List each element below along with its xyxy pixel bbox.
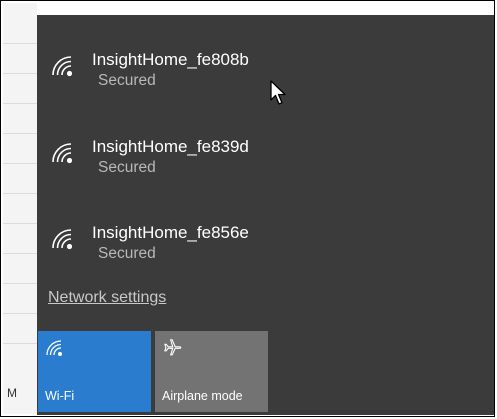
wifi-toggle-tile[interactable]: Wi-Fi xyxy=(38,331,151,412)
airplane-icon xyxy=(164,339,182,356)
background-text: M xyxy=(7,386,17,400)
wifi-signal-icon xyxy=(52,143,73,164)
network-flyout: InsightHome_fe808b Secured InsightHome_f… xyxy=(37,15,494,415)
airplane-tile-label: Airplane mode xyxy=(162,389,243,403)
background-window-edge: M xyxy=(3,3,37,414)
wifi-signal-icon xyxy=(52,56,73,77)
network-status: Secured xyxy=(98,72,156,89)
airplane-mode-tile[interactable]: Airplane mode xyxy=(155,331,268,412)
wifi-icon xyxy=(46,340,62,356)
network-status: Secured xyxy=(98,159,156,176)
network-settings-link[interactable]: Network settings xyxy=(48,289,166,307)
network-name: InsightHome_fe856e xyxy=(92,223,249,242)
network-name: InsightHome_fe808b xyxy=(92,50,249,69)
mouse-cursor-icon xyxy=(270,80,286,105)
wifi-signal-icon xyxy=(52,229,73,250)
network-item[interactable]: InsightHome_fe839d Secured xyxy=(50,132,470,182)
network-status: Secured xyxy=(98,245,156,262)
wifi-tile-label: Wi-Fi xyxy=(45,389,75,403)
network-item[interactable]: InsightHome_fe856e Secured xyxy=(50,218,470,268)
network-name: InsightHome_fe839d xyxy=(92,137,249,156)
screenshot-frame: M InsightHome_fe808b Secured InsightHome… xyxy=(0,0,495,417)
network-item[interactable]: InsightHome_fe808b Secured xyxy=(50,45,470,95)
